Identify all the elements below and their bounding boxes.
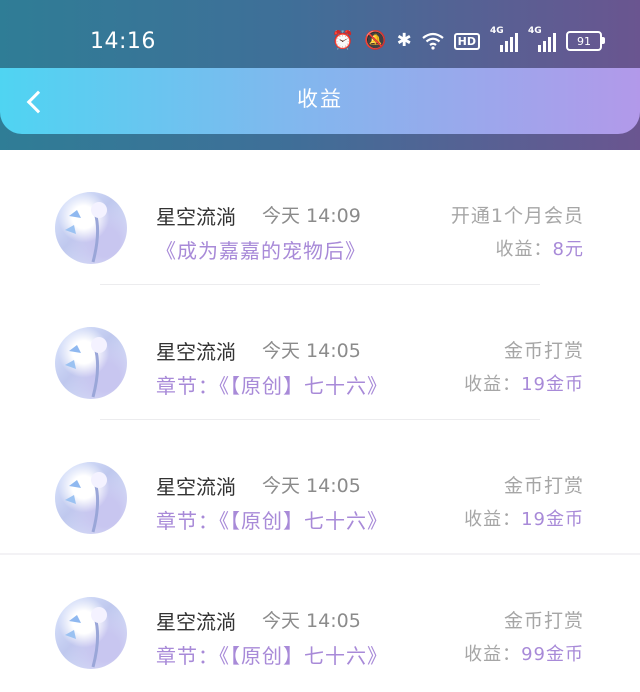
earning-label: 收益： — [464, 644, 522, 665]
work-title-link[interactable]: 章节：《【原创】七十六》 — [156, 370, 388, 399]
earning-amount: 收益：8元 — [496, 235, 584, 261]
status-icons: ⏰ 🔕 ✱ HD 4G 4G 91 — [331, 26, 605, 52]
battery-icon: 91 — [566, 31, 605, 51]
timestamp: 今天 14:09 — [262, 205, 361, 227]
earning-type: 金币打赏 — [503, 610, 584, 632]
signal-4g-icon: 4G — [528, 26, 556, 52]
timestamp: 今天 14:05 — [262, 475, 361, 497]
earning-value: 19金币 — [521, 509, 584, 530]
status-time: 14:16 — [90, 29, 156, 54]
earning-type: 金币打赏 — [503, 340, 584, 362]
avatar[interactable] — [55, 192, 127, 264]
user-name: 星空流淌 — [156, 475, 236, 499]
timestamp: 今天 14:05 — [262, 340, 361, 362]
earnings-item[interactable]: 星空流淌 今天 14:05 章节：《【原创】七十六》 金币打赏 收益：19金币 — [0, 285, 640, 420]
user-name: 星空流淌 — [156, 610, 236, 634]
earning-value: 19金币 — [521, 374, 584, 395]
user-name: 星空流淌 — [156, 340, 236, 364]
earnings-list: 星空流淌 今天 14:09 《成为嘉嘉的宠物后》 开通1个月会员 收益：8元 星… — [0, 150, 640, 692]
earning-value: 99金币 — [521, 644, 584, 665]
avatar[interactable] — [55, 462, 127, 534]
page-title: 收益 — [297, 87, 343, 111]
avatar[interactable] — [55, 597, 127, 669]
work-title-link[interactable]: 章节：《【原创】七十六》 — [156, 640, 388, 669]
bell-off-icon: 🔕 — [364, 30, 387, 51]
earning-amount: 收益：99金币 — [464, 640, 584, 666]
wifi-icon — [421, 32, 444, 50]
earning-label: 收益： — [495, 239, 553, 260]
avatar[interactable] — [55, 327, 127, 399]
timestamp: 今天 14:05 — [262, 610, 361, 632]
bluetooth-icon: ✱ — [396, 30, 412, 51]
hd-icon: HD — [453, 32, 480, 50]
earning-amount: 收益：19金币 — [464, 370, 584, 396]
alarm-icon: ⏰ — [331, 30, 355, 51]
earning-type: 开通1个月会员 — [450, 205, 584, 227]
header-bar: 收益 — [0, 68, 640, 134]
earning-amount: 收益：19金币 — [464, 505, 584, 531]
earnings-item[interactable]: 星空流淌 今天 14:05 章节：《【原创】七十六》 金币打赏 收益：19金币 — [0, 420, 640, 555]
earning-label: 收益： — [464, 374, 522, 395]
earnings-item[interactable]: 星空流淌 今天 14:05 章节：《【原创】七十六》 金币打赏 收益：99金币 — [0, 555, 640, 690]
network-type-label: 4G — [528, 26, 542, 36]
earnings-item[interactable]: 星空流淌 今天 14:09 《成为嘉嘉的宠物后》 开通1个月会员 收益：8元 — [0, 150, 640, 285]
earning-label: 收益： — [464, 509, 522, 530]
user-name: 星空流淌 — [156, 205, 236, 229]
work-title-link[interactable]: 章节：《【原创】七十六》 — [156, 505, 388, 534]
earning-type: 金币打赏 — [503, 475, 584, 497]
earning-value: 8元 — [552, 239, 584, 260]
work-title-link[interactable]: 《成为嘉嘉的宠物后》 — [156, 235, 366, 264]
signal-4g-icon: 4G — [490, 26, 518, 52]
network-type-label: 4G — [490, 26, 504, 36]
